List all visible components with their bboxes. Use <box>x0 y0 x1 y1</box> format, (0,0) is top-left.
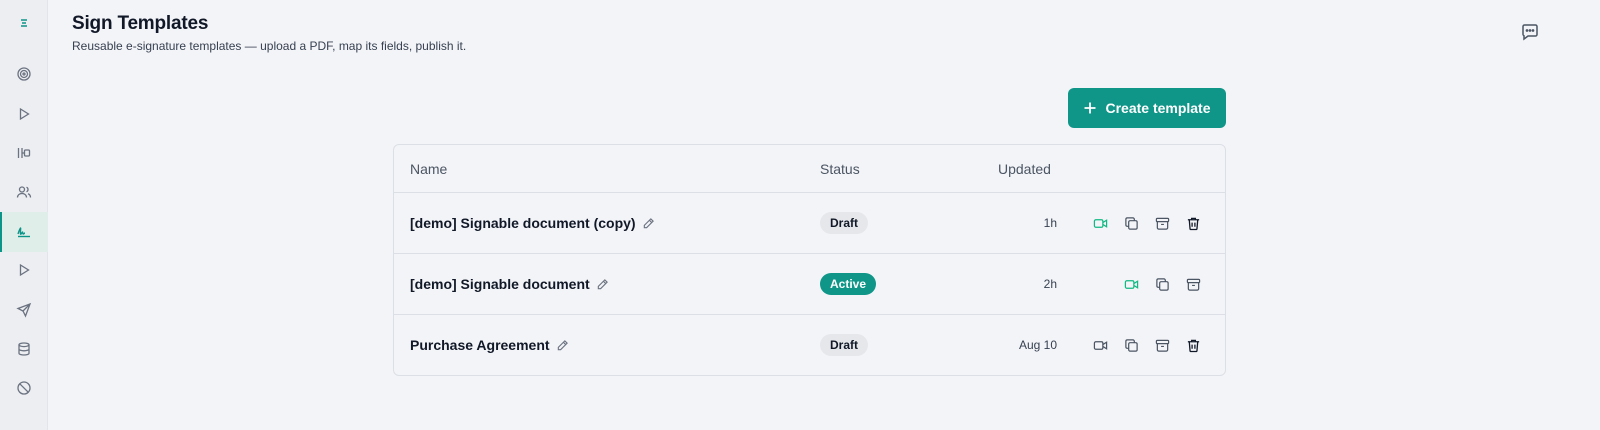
table-header: Name Status Updated <box>394 145 1225 193</box>
pencil-icon[interactable] <box>556 339 569 352</box>
trash-icon[interactable] <box>1184 214 1202 232</box>
updated-time: 1h <box>1043 216 1057 230</box>
columns-icon[interactable] <box>0 133 48 173</box>
table-row[interactable]: Purchase Agreement Draft Aug 10 <box>394 315 1225 375</box>
template-name-text: Purchase Agreement <box>410 337 550 353</box>
table-row[interactable]: [demo] Signable document (copy) Draft 1h <box>394 193 1225 254</box>
column-header-status[interactable]: Status <box>820 161 860 177</box>
pencil-icon[interactable] <box>642 217 655 230</box>
ban-icon[interactable] <box>0 368 48 408</box>
chat-icon[interactable] <box>1520 22 1540 42</box>
play-icon[interactable] <box>0 250 48 290</box>
duplicate-icon[interactable] <box>1122 336 1140 354</box>
archive-icon[interactable] <box>1184 275 1202 293</box>
target-icon[interactable] <box>0 54 48 94</box>
video-icon[interactable] <box>1091 336 1109 354</box>
sidebar <box>0 0 48 430</box>
archive-icon[interactable] <box>1153 336 1171 354</box>
table-row[interactable]: [demo] Signable document Active 2h <box>394 254 1225 315</box>
page-subtitle: Reusable e-signature templates — upload … <box>72 39 467 53</box>
template-name-text: [demo] Signable document (copy) <box>410 215 636 231</box>
template-name[interactable]: [demo] Signable document <box>410 276 609 292</box>
database-icon[interactable] <box>0 329 48 369</box>
pencil-icon[interactable] <box>596 278 609 291</box>
status-badge: Active <box>820 273 877 295</box>
column-header-name[interactable]: Name <box>410 161 447 177</box>
page-title: Sign Templates <box>72 13 209 34</box>
trash-icon[interactable] <box>1184 336 1202 354</box>
plus-icon <box>1084 102 1096 114</box>
send-icon[interactable] <box>0 290 48 330</box>
templates-table: Name Status Updated [demo] Signable docu… <box>393 144 1226 376</box>
template-name-text: [demo] Signable document <box>410 276 590 292</box>
signature-icon[interactable] <box>0 212 48 252</box>
create-template-button[interactable]: Create template <box>1068 88 1226 128</box>
play-icon[interactable] <box>0 94 48 134</box>
create-template-label: Create template <box>1105 100 1211 116</box>
status-badge: Draft <box>820 212 869 234</box>
archive-icon[interactable] <box>1153 214 1171 232</box>
duplicate-icon[interactable] <box>1122 214 1140 232</box>
video-icon[interactable] <box>1122 275 1140 293</box>
status-badge: Draft <box>820 334 869 356</box>
users-icon[interactable] <box>0 172 48 212</box>
video-icon[interactable] <box>1091 214 1109 232</box>
template-name[interactable]: [demo] Signable document (copy) <box>410 215 655 231</box>
column-header-updated[interactable]: Updated <box>998 161 1051 177</box>
updated-time: 2h <box>1043 277 1057 291</box>
duplicate-icon[interactable] <box>1153 275 1171 293</box>
template-name[interactable]: Purchase Agreement <box>410 337 569 353</box>
logo-icon[interactable] <box>0 3 48 43</box>
updated-time: Aug 10 <box>1018 338 1057 352</box>
